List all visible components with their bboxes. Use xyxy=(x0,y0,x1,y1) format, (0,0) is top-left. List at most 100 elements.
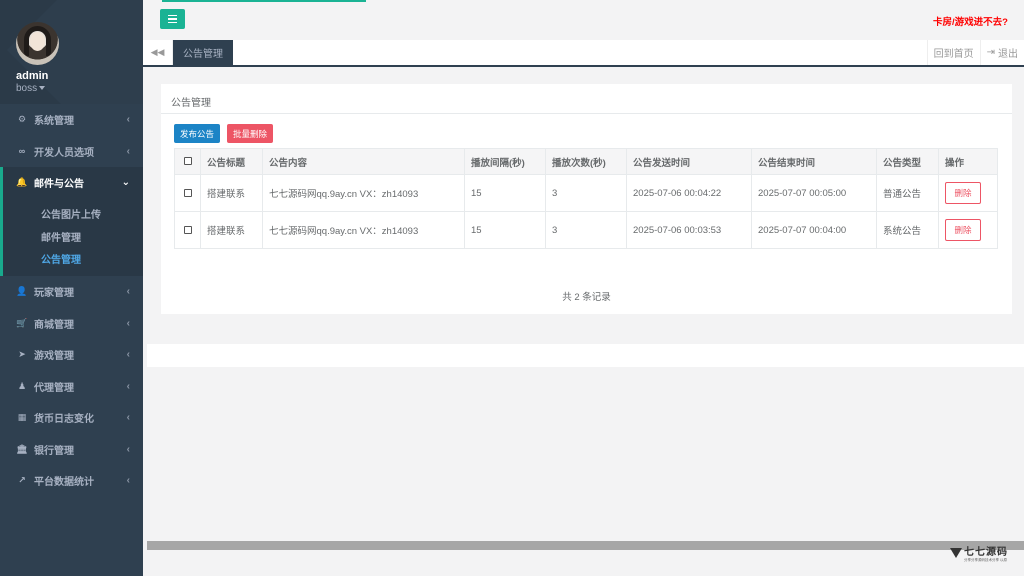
sidebar-item-bank[interactable]: 🏛 银行管理 ‹ xyxy=(0,434,143,466)
line-chart-icon: ↗ xyxy=(18,475,26,486)
col-count: 播放次数(秒) xyxy=(545,148,627,175)
bell-icon: 🔔 xyxy=(16,177,28,188)
sidebar-subitem-notice[interactable]: 公告管理 xyxy=(3,248,143,271)
cell-title: 搭建联系 xyxy=(200,174,263,212)
notice-table: 公告标题 公告内容 播放间隔(秒) 播放次数(秒) 公告发送时间 公告结束时间 … xyxy=(174,148,998,249)
rocket-icon: ➤ xyxy=(18,349,26,360)
sidebar: admin boss ⚙ 系统管理 ‹ ∞ 开发人员选项 ‹ 🔔 邮件与公告 ⌄ 公告图片上… xyxy=(0,0,143,576)
menu-toggle-button[interactable] xyxy=(160,9,185,29)
profile-role-dropdown[interactable]: boss xyxy=(16,83,143,94)
agent-icon: ♟ xyxy=(17,380,27,391)
select-all-cell xyxy=(174,148,201,175)
profile-block: admin boss xyxy=(0,0,143,104)
sidebar-item-label: 系统管理 xyxy=(34,116,74,128)
sidebar-item-label: 邮件与公告 xyxy=(34,179,84,191)
gears-icon: ⚙ xyxy=(17,114,27,125)
col-content: 公告内容 xyxy=(262,148,465,175)
batch-delete-button[interactable]: 批量删除 xyxy=(227,124,274,143)
chevron-left-icon: ‹ xyxy=(126,145,130,157)
watermark-subtitle: 分享分享源码技术分享 以原 xyxy=(964,558,1007,562)
chevron-left-icon: ‹ xyxy=(126,286,130,297)
table-header-row: 公告标题 公告内容 播放间隔(秒) 播放次数(秒) 公告发送时间 公告结束时间 … xyxy=(174,148,998,175)
bank-icon: 🏛 xyxy=(16,443,28,454)
chevron-left-icon: ‹ xyxy=(126,349,130,360)
cell-type: 普通公告 xyxy=(876,174,939,212)
cell-type: 系统公告 xyxy=(876,211,939,249)
watermark-logo: 七七源码 分享分享源码技术分享 以原 xyxy=(950,543,1008,563)
profile-name: admin xyxy=(16,70,49,82)
tabs-bar: ◀◀ 公告管理 回到首页 ⇥ 退出 xyxy=(143,40,1024,67)
sidebar-item-currency-log[interactable]: ▦ 货币日志变化 ‹ xyxy=(0,402,143,434)
sidebar-item-statistics[interactable]: ↗ 平台数据统计 ‹ xyxy=(0,465,143,497)
cell-content: 七七源码网qq.9ay.cn VX：zh14093 xyxy=(262,211,465,249)
calendar-icon: ▦ xyxy=(17,412,27,423)
horizontal-scrollbar[interactable] xyxy=(147,541,1024,550)
cell-send-time: 2025-07-06 00:03:53 xyxy=(626,211,752,249)
backward-icon[interactable]: ◀◀ xyxy=(143,40,173,65)
sidebar-item-label: 开发人员选项 xyxy=(34,147,94,159)
col-type: 公告类型 xyxy=(876,148,939,175)
cell-actions: 删除 xyxy=(938,211,998,249)
chevron-left-icon: ‹ xyxy=(126,412,130,423)
col-title: 公告标题 xyxy=(200,148,263,175)
delete-button[interactable]: 删除 xyxy=(945,219,981,241)
cell-end-time: 2025-07-07 00:05:00 xyxy=(751,174,877,212)
logout-label: 退出 xyxy=(998,49,1018,60)
sidebar-item-label: 平台数据统计 xyxy=(34,477,94,489)
record-count: 共 2 条记录 xyxy=(562,292,611,303)
cell-send-time: 2025-07-06 00:04:22 xyxy=(626,174,752,212)
logout-link[interactable]: ⇥ 退出 xyxy=(979,40,1024,65)
sidebar-item-label: 商城管理 xyxy=(34,319,74,331)
chevron-left-icon: ‹ xyxy=(126,380,130,392)
sidebar-item-players[interactable]: 👤 玩家管理 ‹ xyxy=(0,276,143,308)
row-select-cell xyxy=(174,174,201,212)
sidebar-item-developer[interactable]: ∞ 开发人员选项 ‹ xyxy=(0,136,143,168)
cell-interval: 15 xyxy=(464,211,546,249)
room-stuck-link[interactable]: 卡房/游戏进不去? xyxy=(933,14,1008,28)
cell-count: 3 xyxy=(545,211,627,249)
chevron-left-icon: ‹ xyxy=(126,317,130,329)
col-actions: 操作 xyxy=(938,148,998,175)
sidebar-item-system[interactable]: ⚙ 系统管理 ‹ xyxy=(0,104,143,136)
col-interval: 播放间隔(秒) xyxy=(464,148,546,175)
cell-end-time: 2025-07-07 00:04:00 xyxy=(751,211,877,249)
table-row: 搭建联系 七七源码网qq.9ay.cn VX：zh14093 15 3 2025… xyxy=(174,174,998,212)
panel-title: 公告管理 xyxy=(161,84,1012,114)
tab-notice-management[interactable]: 公告管理 xyxy=(173,40,233,65)
row-select-cell xyxy=(174,211,201,249)
home-link[interactable]: 回到首页 xyxy=(926,40,980,65)
sidebar-item-label: 银行管理 xyxy=(34,445,74,457)
row-checkbox[interactable] xyxy=(183,188,192,197)
cell-interval: 15 xyxy=(464,174,546,212)
sidebar-item-label: 代理管理 xyxy=(34,382,74,394)
sidebar-item-shop[interactable]: 🛒 商城管理 ‹ xyxy=(0,308,143,340)
notice-panel: 公告管理 发布公告 批量删除 公告标题 公告内容 播放间隔(秒) 播放次数(秒)… xyxy=(161,84,1012,314)
sidebar-item-label: 玩家管理 xyxy=(34,288,74,300)
delete-button[interactable]: 删除 xyxy=(945,182,981,204)
sidebar-item-games[interactable]: ➤ 游戏管理 ‹ xyxy=(0,339,143,371)
sidebar-item-agents[interactable]: ♟ 代理管理 ‹ xyxy=(0,371,143,403)
content-footer-band xyxy=(147,344,1024,367)
chevron-left-icon: ‹ xyxy=(126,114,130,125)
sidebar-nav: ⚙ 系统管理 ‹ ∞ 开发人员选项 ‹ 🔔 邮件与公告 ⌄ 公告图片上传 邮件管理 公告管理… xyxy=(0,104,143,497)
chevron-left-icon: ‹ xyxy=(126,475,130,486)
top-navbar: 卡房/游戏进不去? xyxy=(143,0,1024,40)
caret-down-icon xyxy=(39,86,46,91)
chevron-left-icon: ‹ xyxy=(126,443,130,455)
select-all-checkbox[interactable] xyxy=(183,157,192,166)
row-checkbox[interactable] xyxy=(183,225,192,234)
cell-title: 搭建联系 xyxy=(200,211,263,249)
sidebar-subitem-mail[interactable]: 邮件管理 xyxy=(3,225,143,248)
col-end-time: 公告结束时间 xyxy=(751,148,877,175)
publish-notice-button[interactable]: 发布公告 xyxy=(174,124,221,143)
avatar[interactable] xyxy=(16,22,59,65)
cart-icon: 🛒 xyxy=(16,317,28,328)
sidebar-submenu: 公告图片上传 邮件管理 公告管理 xyxy=(0,198,143,276)
sidebar-item-label: 货币日志变化 xyxy=(34,414,94,426)
sidebar-subitem-notice-image[interactable]: 公告图片上传 xyxy=(3,203,143,226)
sidebar-item-mail-notice[interactable]: 🔔 邮件与公告 ⌄ xyxy=(0,167,143,199)
cell-actions: 删除 xyxy=(938,174,998,212)
chevron-down-icon: ⌄ xyxy=(121,177,130,188)
gamepad-icon: ∞ xyxy=(18,146,26,157)
cell-count: 3 xyxy=(545,174,627,212)
